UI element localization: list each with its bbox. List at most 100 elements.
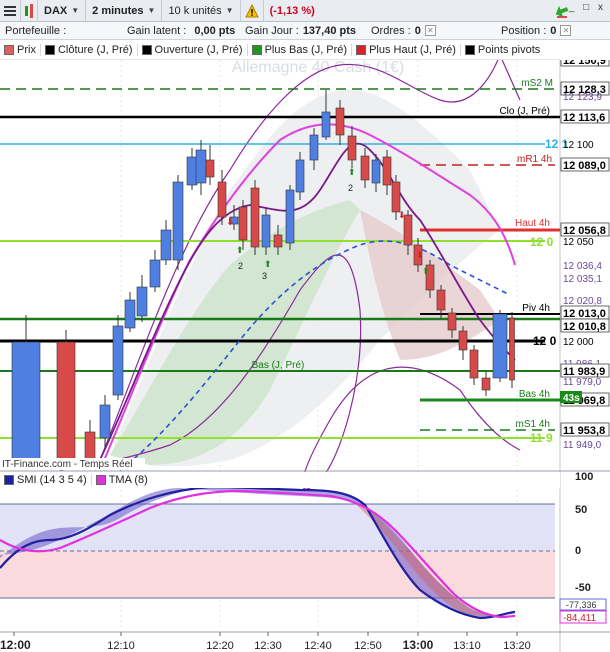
sell-arrow-icon: ⬇ — [398, 210, 406, 220]
candle-body — [195, 149, 207, 184]
legend-swatch — [141, 45, 152, 55]
candle-body — [186, 156, 198, 186]
smi-value: -77,336 — [566, 600, 597, 610]
account-bar: Portefeuille : Gain latent : 0,00 pts Ga… — [0, 22, 610, 40]
price-label: 12 150,9 — [563, 60, 606, 67]
candle-body — [309, 134, 319, 161]
mr1-label: mR1 4h — [517, 154, 552, 165]
candle-body — [295, 159, 305, 193]
change-percent: (-1,13 %) — [269, 4, 315, 17]
time-label: 12:10 — [107, 640, 135, 652]
legend-item-pivots[interactable]: Points pivots — [461, 44, 544, 56]
svg-text:3: 3 — [262, 271, 267, 281]
candle-body — [481, 377, 491, 391]
smi-scale-label: 50 — [575, 504, 587, 516]
smi-oversold-zone — [0, 551, 555, 598]
legend-item-tma[interactable]: TMA (8) — [92, 474, 152, 486]
sell-arrow-icon: ⬇ — [416, 250, 424, 260]
legend-item-close[interactable]: Clôture (J, Pré) — [41, 44, 138, 56]
position-label: Position : — [501, 24, 547, 37]
timeframe-selector[interactable]: 2 minutes ▼ — [86, 0, 163, 22]
black-level-cut: 12 0 — [533, 334, 557, 348]
price-label: 12 010,8 — [563, 321, 606, 333]
candle-body — [11, 341, 41, 465]
warning-icon — [244, 3, 259, 17]
legend-swatch — [95, 475, 106, 485]
legend-item-price[interactable]: Prix — [0, 44, 41, 56]
candle-body — [261, 214, 271, 248]
sell-arrow-icon: ⬇ — [226, 217, 234, 228]
candle-body — [458, 330, 468, 351]
buy-arrow-icon: ⬆ — [236, 245, 244, 255]
indicator-legend: Prix Clôture (J, Pré) Ouverture (J, Pré)… — [0, 41, 560, 60]
chart-type-icon[interactable] — [21, 0, 38, 22]
time-label: 12:30 — [254, 640, 282, 652]
candle-body — [347, 135, 357, 161]
price-label: 12 056,8 — [563, 225, 606, 237]
price-label: 12 123,9 — [563, 92, 602, 103]
window-controls[interactable]: _ □ x — [569, 2, 606, 13]
change-display: (-1,13 %) — [264, 0, 321, 22]
top-toolbar: DAX ▼ 2 minutes ▼ 10 k unités ▼ (-1,13 %… — [0, 0, 610, 22]
candle-body — [149, 259, 161, 288]
candle-body — [124, 299, 136, 329]
candle-body — [360, 155, 370, 181]
legend-item-smi[interactable]: SMI (14 3 5 4) — [0, 474, 92, 486]
legend-label: Points pivots — [477, 44, 541, 56]
close-orders-icon[interactable]: ✕ — [424, 25, 436, 36]
price-label: 12 089,0 — [563, 160, 606, 172]
legend-item-high[interactable]: Plus Haut (J, Pré) — [352, 44, 461, 56]
legend-label: Plus Haut (J, Pré) — [369, 44, 456, 56]
price-chart[interactable]: Allemagne 40 Cash (1€) mS2 M Clo (J, Pré… — [0, 60, 610, 652]
candle-timer: 43s — [563, 393, 580, 404]
price-label: 11 979,0 — [563, 377, 602, 388]
close-position-icon[interactable]: ✕ — [560, 25, 572, 36]
symbol-selector[interactable]: DAX ▼ — [38, 0, 87, 22]
price-label: 11 949,0 — [563, 440, 602, 451]
svg-text:2: 2 — [348, 183, 353, 193]
candle-body — [250, 187, 260, 248]
quantity-label: 10 k unités — [168, 4, 222, 17]
chevron-down-icon: ▼ — [225, 6, 234, 15]
position: Position : 0 ✕ — [496, 25, 576, 37]
candle-body — [469, 349, 479, 379]
latent-gain-value-text: 0,00 pts — [194, 24, 236, 37]
candle-body — [382, 156, 392, 186]
candle-body — [172, 181, 184, 261]
candle-body — [492, 313, 508, 379]
pivot-4h-label: Piv 4h — [522, 303, 550, 314]
candle-body — [217, 181, 227, 218]
price-label: 12 100 — [563, 140, 594, 151]
latent-gain-label: Gain latent : — [127, 24, 187, 37]
smi-scale-label: 100 — [575, 471, 593, 483]
candle-body — [205, 159, 215, 178]
candle-body — [335, 107, 345, 136]
candle-body — [99, 404, 111, 439]
day-gain-value: 137,40 pts — [302, 24, 357, 37]
time-label: 13:00 — [403, 638, 434, 652]
smi-scale-label: 0 — [575, 545, 581, 557]
menu-icon[interactable] — [0, 0, 21, 22]
candle-body — [321, 111, 331, 138]
legend-swatch — [4, 45, 14, 55]
legend-item-low[interactable]: Plus Bas (J, Pré) — [248, 44, 353, 56]
candle-body — [136, 286, 148, 317]
position-value: 0 — [550, 24, 557, 37]
quantity-selector[interactable]: 10 k unités ▼ — [162, 0, 241, 22]
day-gain-label: Gain Jour : — [245, 24, 299, 37]
legend-label: Ouverture (J, Pré) — [154, 44, 243, 56]
lime-level-cut: 11 9 — [530, 431, 553, 445]
candle-body — [238, 206, 248, 241]
legend-item-open[interactable]: Ouverture (J, Pré) — [138, 44, 248, 56]
legend-swatch — [356, 45, 367, 55]
price-label: 12 000 — [563, 337, 594, 348]
chart-watermark: Allemagne 40 Cash (1€) — [232, 60, 405, 76]
high-4h-label: Haut 4h — [515, 218, 550, 229]
clo-label: Clo (J, Pré) — [499, 106, 550, 117]
orders-label: Ordres : — [371, 24, 411, 37]
candle-body — [391, 181, 401, 213]
alert-icon[interactable] — [241, 0, 264, 22]
candle-body — [436, 289, 446, 311]
orders-value: 0 — [414, 24, 421, 37]
time-label: 12:40 — [304, 640, 332, 652]
